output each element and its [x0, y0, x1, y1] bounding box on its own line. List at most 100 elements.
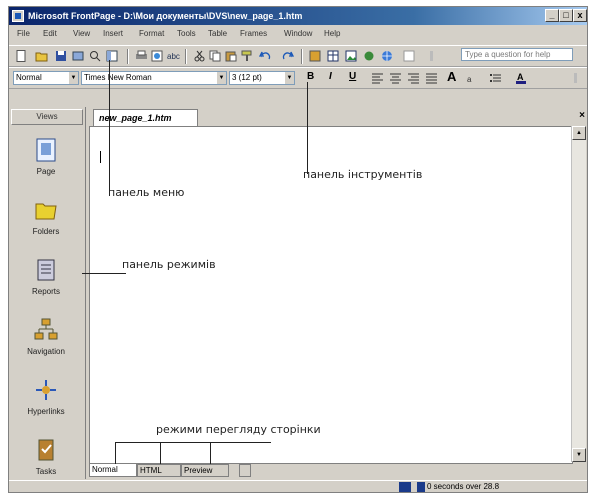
publish-icon[interactable] [72, 50, 85, 62]
style-dropdown[interactable]: Normal ▼ [13, 71, 79, 85]
annotation-line [82, 273, 126, 274]
tab-html[interactable]: HTML [137, 464, 181, 477]
cut-icon[interactable] [193, 50, 206, 62]
align-right-icon[interactable] [407, 72, 420, 84]
annotation-line [115, 442, 271, 443]
bold-button[interactable]: B [307, 71, 314, 82]
menu-window[interactable]: Window [284, 29, 312, 38]
view-navigation[interactable]: Navigation [11, 317, 81, 356]
maximize-button[interactable]: □ [559, 9, 573, 22]
more-buttons-icon[interactable] [425, 50, 438, 62]
refresh-icon[interactable] [403, 50, 416, 62]
views-header: Views [11, 109, 83, 125]
download-time-icon [417, 482, 425, 492]
new-page-icon[interactable] [15, 50, 28, 62]
views-bar: Views Page Folders Reports Navigation Hy… [9, 107, 86, 479]
close-window-button[interactable]: x [573, 9, 587, 22]
undo-icon[interactable] [258, 50, 272, 62]
open-folder-icon[interactable] [35, 50, 48, 62]
paste-icon[interactable] [225, 50, 238, 62]
menu-insert[interactable]: Insert [103, 29, 123, 38]
spelling-icon[interactable]: abc [167, 50, 180, 62]
frontpage-app-icon[interactable] [12, 10, 24, 22]
font-value: Times New Roman [84, 73, 152, 82]
scroll-up-icon[interactable]: ▲ [572, 126, 586, 140]
menu-file[interactable]: File [17, 29, 30, 38]
insert-picture-icon[interactable] [345, 50, 358, 62]
toggle-pane-icon[interactable] [106, 50, 119, 62]
font-size-dropdown[interactable]: 3 (12 pt) ▼ [229, 71, 295, 85]
toolbar-separator [185, 49, 187, 64]
print-icon[interactable] [135, 50, 148, 62]
title-bar[interactable]: Microsoft FrontPage - D:\Мои документы\D… [9, 7, 587, 25]
close-document-icon[interactable]: × [579, 110, 585, 121]
menu-tools[interactable]: Tools [177, 29, 196, 38]
font-size-value: 3 (12 pt) [232, 73, 262, 82]
menu-edit[interactable]: Edit [43, 29, 57, 38]
tab-preview[interactable]: Preview [181, 464, 229, 477]
annotation-toolbars-panel: панель інструментів [303, 168, 423, 181]
view-hyperlinks[interactable]: Hyperlinks [11, 377, 81, 416]
chevron-down-icon: ▼ [217, 72, 226, 84]
more-buttons-icon[interactable] [569, 72, 582, 84]
chevron-down-icon: ▼ [69, 72, 78, 84]
redo-icon[interactable] [281, 50, 295, 62]
view-folders[interactable]: Folders [11, 197, 81, 236]
menu-view[interactable]: View [73, 29, 90, 38]
menu-format[interactable]: Format [139, 29, 164, 38]
formatting-toolbar: Normal ▼ Times New Roman ▼ 3 (12 pt) ▼ B I … [9, 67, 587, 89]
annotation-line [210, 442, 211, 464]
hyperlinks-view-icon [36, 380, 56, 400]
numbering-icon[interactable] [489, 72, 502, 84]
tab-scroll-button[interactable] [239, 464, 251, 477]
save-icon[interactable] [55, 50, 68, 62]
menu-help[interactable]: Help [324, 29, 340, 38]
style-value: Normal [16, 73, 42, 82]
tab-normal[interactable]: Normal [89, 464, 137, 477]
menu-frames[interactable]: Frames [240, 29, 267, 38]
format-painter-icon[interactable] [241, 50, 254, 62]
align-left-icon[interactable] [371, 72, 384, 84]
folders-view-icon [35, 203, 57, 220]
annotation-line [109, 60, 110, 190]
view-reports[interactable]: Reports [11, 257, 81, 296]
tab-normal-label: Normal [92, 465, 118, 474]
view-tasks[interactable]: Tasks [11, 437, 81, 476]
font-dropdown[interactable]: Times New Roman ▼ [81, 71, 227, 85]
drawing-icon[interactable] [363, 50, 376, 62]
view-page-label: Page [36, 167, 56, 176]
annotation-menu-panel: панель меню [108, 186, 185, 199]
preview-browser-icon[interactable] [151, 50, 164, 62]
window-title: Microsoft FrontPage - D:\Мои документы\D… [28, 11, 303, 21]
copy-icon[interactable] [209, 50, 222, 62]
view-page[interactable]: Page [11, 137, 81, 176]
tasks-view-icon [38, 439, 54, 461]
hyperlink-icon[interactable] [381, 50, 394, 62]
minimize-button[interactable]: _ [545, 9, 559, 22]
font-color-icon[interactable]: A [515, 72, 528, 84]
menu-table[interactable]: Table [208, 29, 227, 38]
decrease-font-icon[interactable]: a [465, 72, 478, 84]
increase-font-button[interactable]: A [447, 69, 456, 84]
vertical-scrollbar[interactable]: ▲ ▼ [571, 126, 586, 462]
web-component-icon[interactable] [309, 50, 322, 62]
chevron-down-icon: ▼ [285, 72, 294, 84]
align-center-icon[interactable] [389, 72, 402, 84]
navigation-view-icon [34, 318, 58, 340]
svg-text:A: A [517, 72, 524, 82]
toolbar-separator [127, 49, 129, 64]
page-view-icon [36, 138, 56, 162]
menu-bar: File Edit View Insert Format Tools Table… [9, 27, 587, 61]
italic-button[interactable]: I [329, 71, 332, 82]
scroll-down-icon[interactable]: ▼ [572, 448, 586, 462]
justify-icon[interactable] [425, 72, 438, 84]
search-icon[interactable] [89, 50, 102, 62]
insert-table-icon[interactable] [327, 50, 340, 62]
underline-button[interactable]: U [349, 71, 356, 82]
annotation-modes-panel: панель режимів [122, 258, 216, 271]
connection-speed-icon [399, 482, 411, 492]
view-hyperlinks-label: Hyperlinks [27, 407, 65, 416]
text-cursor [100, 151, 101, 163]
svg-text:abc: abc [167, 52, 180, 61]
annotation-line [307, 82, 308, 174]
